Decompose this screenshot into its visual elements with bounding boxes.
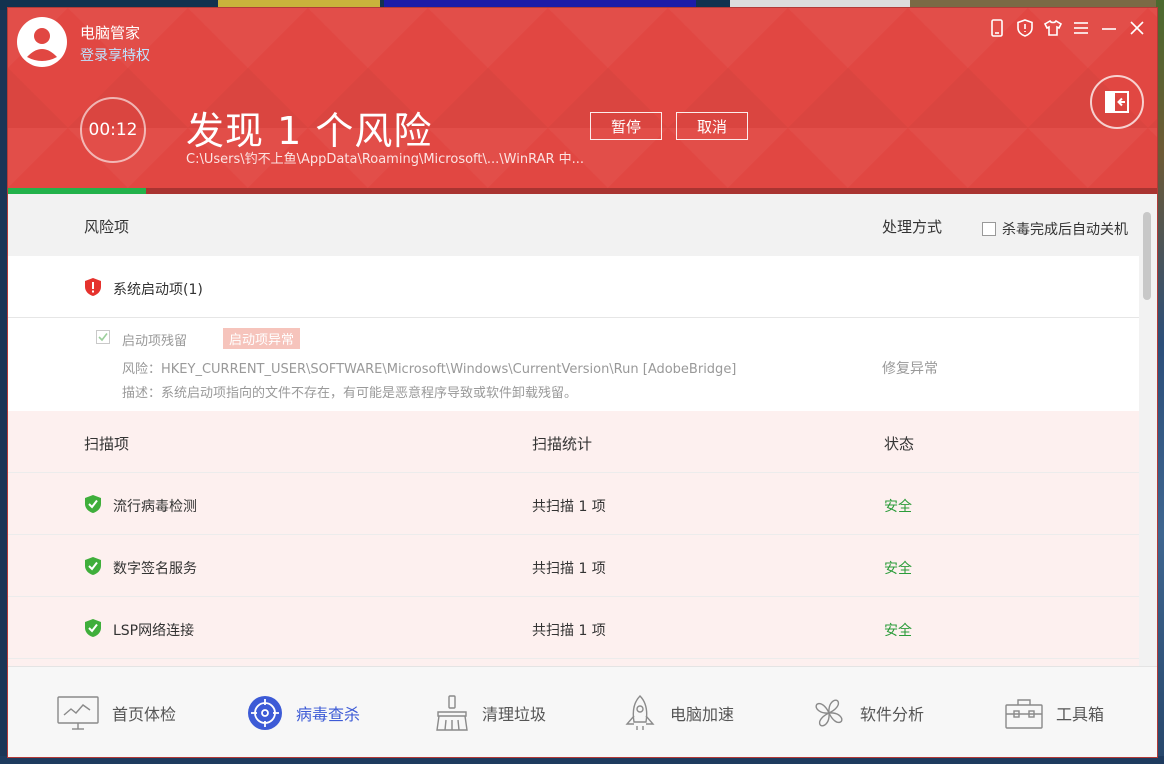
pause-button[interactable]: 暂停: [590, 112, 662, 140]
scan-table-header: 扫描项 扫描统计 状态: [8, 411, 1139, 473]
auto-shutdown-checkbox[interactable]: 杀毒完成后自动关机: [982, 219, 1128, 239]
risk-table-header: 风险项 处理方式 杀毒完成后自动关机: [8, 194, 1139, 256]
scan-item-name: 流行病毒检测: [113, 499, 197, 515]
software-analysis-icon: [815, 699, 843, 726]
nav-item-virus-scan[interactable]: 病毒查杀: [246, 667, 360, 757]
warning-shield-icon: [85, 278, 101, 296]
current-scan-path: C:\Users\钓不上鱼\AppData\Roaming\Microsoft\…: [186, 152, 585, 167]
user-icon: [19, 19, 65, 65]
scan-timer: 00:12: [80, 97, 146, 163]
risk-item-title: 启动项残留: [122, 334, 188, 349]
risk-item-action[interactable]: 修复异常: [882, 358, 938, 378]
auto-shutdown-label: 杀毒完成后自动关机: [1002, 222, 1128, 238]
risk-item-registry-path: 风险：HKEY_CURRENT_USER\SOFTWARE\Microsoft\…: [122, 362, 737, 377]
nav-label: 电脑加速: [670, 704, 735, 724]
nav-label: 首页体检: [112, 704, 177, 724]
risk-group-startup[interactable]: 系统启动项(1): [8, 256, 1139, 318]
risk-item-description: 描述：系统启动项指向的文件不存在，有可能是恶意程序导致或软件卸载残留。: [122, 386, 578, 401]
risk-item-column-header: 风险项: [84, 218, 130, 236]
collapse-panel-button[interactable]: [1090, 75, 1144, 129]
nav-label: 病毒查杀: [296, 704, 361, 724]
scrollbar-thumb[interactable]: [1143, 212, 1151, 300]
scan-item-stat: 共扫描 1 项: [532, 561, 606, 577]
toolbox-icon: [1005, 698, 1043, 729]
scan-item-status: 安全: [884, 561, 912, 577]
scan-item-stat: 共扫描 1 项: [532, 499, 606, 515]
scan-item-name: 数字签名服务: [113, 561, 197, 577]
nav-item-clean-junk[interactable]: 清理垃圾: [434, 667, 546, 757]
monitor-icon: [57, 695, 99, 730]
close-icon[interactable]: [1127, 18, 1147, 38]
desktop-background-right: [1156, 0, 1164, 764]
safe-shield-icon: [85, 557, 101, 575]
risk-item-startup-residue: 启动项残留 启动项异常 风险：HKEY_CURRENT_USER\SOFTWAR…: [8, 318, 1139, 411]
scan-item-stat: 共扫描 1 项: [532, 623, 606, 639]
login-link[interactable]: 登录享特权: [80, 45, 150, 65]
safe-shield-icon: [85, 495, 101, 513]
desktop-background: [0, 0, 8, 764]
nav-label: 软件分析: [860, 704, 925, 724]
scan-item-status: 安全: [884, 499, 912, 515]
scan-item-name: LSP网络连接: [113, 623, 195, 639]
nav-item-home-checkup[interactable]: 首页体检: [56, 667, 176, 757]
pc-manager-window: 电脑管家 登录享特权 00:12 发现 1 个风险 C:\Users\钓不上鱼\…: [8, 8, 1157, 757]
bottom-navigation: 首页体检 病毒查杀 清理垃圾 电脑加速 软件分析 工具箱: [8, 666, 1157, 757]
app-name: 电脑管家: [80, 24, 141, 42]
risk-group-label: 系统启动项(1): [113, 282, 203, 298]
table-row: 流行病毒检测 共扫描 1 项 安全: [8, 473, 1139, 535]
broom-icon: [436, 694, 468, 731]
scan-items-table: 扫描项 扫描统计 状态 流行病毒检测 共扫描 1 项 安全 数字签名服务 共扫描…: [8, 411, 1139, 666]
phone-icon[interactable]: [987, 18, 1007, 38]
skin-shirt-icon[interactable]: [1043, 18, 1063, 38]
nav-item-software-analysis[interactable]: 软件分析: [810, 667, 924, 757]
shield-icon[interactable]: [1015, 18, 1035, 38]
scan-item-status: 安全: [884, 623, 912, 639]
table-row: LSP网络连接 共扫描 1 项 安全: [8, 597, 1139, 659]
action-column-header: 处理方式: [882, 218, 943, 236]
scan-item-column-header: 扫描项: [84, 435, 130, 453]
checkbox-box[interactable]: [982, 222, 996, 236]
rocket-icon: [625, 694, 655, 730]
scan-header: 电脑管家 登录享特权 00:12 发现 1 个风险 C:\Users\钓不上鱼\…: [8, 8, 1157, 194]
virus-scan-icon: [248, 695, 282, 730]
risk-item-checkbox[interactable]: [96, 330, 110, 344]
results-panel: 风险项 处理方式 杀毒完成后自动关机 系统启动项(1) 启动项残留 启动项异常 …: [8, 194, 1139, 666]
status-column-header: 状态: [884, 435, 915, 453]
desktop-background-bottom: [0, 756, 1164, 764]
menu-icon[interactable]: [1071, 18, 1091, 38]
minimize-icon[interactable]: [1099, 18, 1119, 38]
results-scrollbar[interactable]: [1139, 194, 1157, 666]
cancel-button[interactable]: 取消: [676, 112, 748, 140]
safe-shield-icon: [85, 619, 101, 637]
nav-item-toolbox[interactable]: 工具箱: [1004, 667, 1104, 757]
scan-headline: 发现 1 个风险: [186, 109, 433, 153]
nav-item-pc-speedup[interactable]: 电脑加速: [622, 667, 734, 757]
avatar[interactable]: [17, 17, 67, 67]
risk-item-tag: 启动项异常: [223, 328, 301, 349]
nav-label: 清理垃圾: [482, 704, 547, 724]
nav-label: 工具箱: [1056, 704, 1105, 724]
scan-stat-column-header: 扫描统计: [532, 435, 593, 453]
panel-toggle-icon: [1105, 91, 1129, 113]
window-controls: [987, 18, 1147, 38]
table-row: 数字签名服务 共扫描 1 项 安全: [8, 535, 1139, 597]
